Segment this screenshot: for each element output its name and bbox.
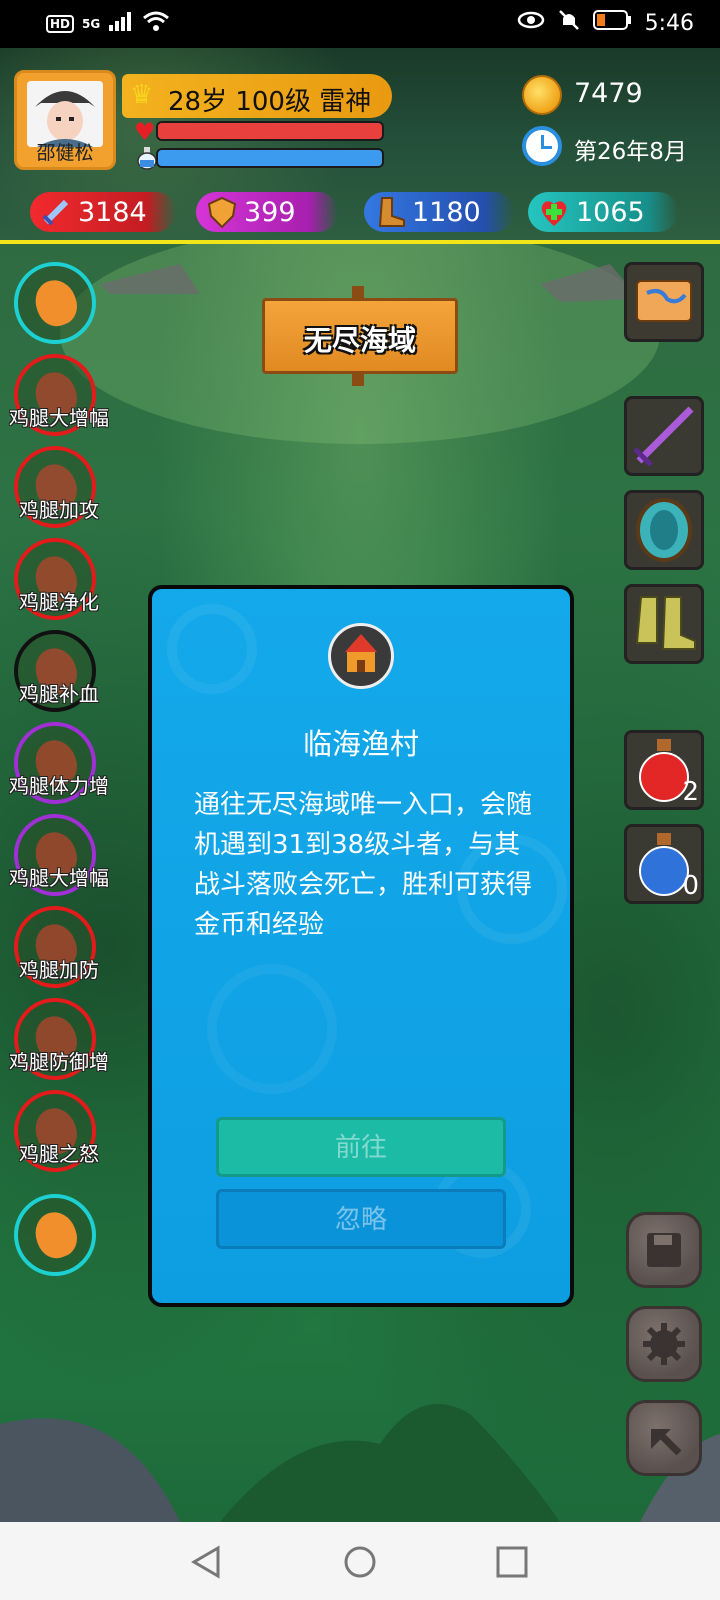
- map-scroll-icon: [636, 280, 692, 322]
- speed-value: 1180: [412, 196, 481, 228]
- system-nav-bar: [0, 1522, 720, 1600]
- nav-home-icon[interactable]: [342, 1544, 378, 1580]
- back-arrow-icon: [651, 1429, 682, 1456]
- stat-health: 1065: [528, 192, 678, 232]
- buff-label: 鸡腿体力增: [9, 774, 109, 798]
- potion-bottle-icon: [136, 146, 158, 175]
- hp-bar-fill: [158, 123, 382, 139]
- blue-potion-slot[interactable]: 0: [624, 824, 704, 904]
- battery-icon: [592, 9, 633, 37]
- eye-icon: [517, 10, 545, 36]
- shell-armor-icon: [636, 498, 692, 562]
- status-right-group: 5:46: [517, 8, 694, 38]
- buff-button[interactable]: 鸡腿大增幅: [9, 354, 109, 436]
- player-avatar-card[interactable]: 邵健松: [14, 70, 116, 170]
- defense-value: 399: [244, 196, 296, 228]
- buff-label: 鸡腿之怒: [19, 1142, 99, 1166]
- boots-slot[interactable]: [624, 584, 704, 664]
- stat-speed: 1180: [364, 192, 514, 232]
- game-date: 第26年8月: [574, 139, 687, 165]
- buff-label: 鸡腿补血: [19, 682, 99, 706]
- buff-button[interactable]: 鸡腿防御增: [9, 998, 109, 1080]
- location-sign-text: 无尽海域: [303, 324, 416, 357]
- stat-attack: 3184: [30, 192, 176, 232]
- buff-button[interactable]: 鸡腿加防: [14, 906, 99, 988]
- signal-5g-label: 5G: [82, 17, 101, 31]
- buff-button[interactable]: 鸡腿加攻: [14, 446, 99, 528]
- health-value: 1065: [576, 196, 645, 228]
- status-left-group: HD 5G: [46, 10, 170, 38]
- level-banner: ♛ 28岁 100级 雷神: [122, 74, 392, 118]
- gold-coin-icon: [522, 75, 562, 115]
- location-dialog: 临海渔村 通往无尽海域唯一入口，会随机遇到31到38级斗者，与其战斗落败会死亡，…: [148, 585, 574, 1307]
- village-pin-icon: [328, 623, 394, 689]
- buff-button[interactable]: 鸡腿之怒: [14, 1090, 99, 1172]
- stat-defense: 399: [196, 192, 338, 232]
- buff-label: 鸡腿加防: [19, 958, 99, 982]
- ignore-button[interactable]: 忽略: [216, 1189, 506, 1249]
- location-sign[interactable]: 无尽海域: [262, 298, 458, 374]
- boot-icon: [635, 596, 696, 650]
- player-name: 邵健松: [36, 142, 94, 164]
- save-button[interactable]: [626, 1212, 702, 1288]
- mp-bar-fill: [158, 150, 382, 166]
- mp-bar: [156, 148, 384, 168]
- drumstick-icon: [29, 1206, 83, 1264]
- blue-potion-count: 0: [682, 871, 699, 901]
- dialog-title: 临海渔村: [302, 727, 419, 761]
- buff-button[interactable]: [14, 1194, 96, 1276]
- mute-bell-icon: [557, 8, 581, 38]
- nav-recents-icon[interactable]: [494, 1544, 530, 1580]
- crown-icon: ♛: [130, 80, 154, 110]
- signal-bars-icon: [108, 11, 134, 37]
- hp-bar: [156, 121, 384, 141]
- settings-button[interactable]: [626, 1306, 702, 1382]
- health-cross-icon: [538, 196, 570, 228]
- system-status-bar: HD 5G 5:46: [0, 0, 720, 48]
- red-potion-slot[interactable]: 2: [624, 730, 704, 810]
- map-scroll-button[interactable]: [624, 262, 704, 342]
- gold-amount: 7479: [574, 78, 643, 109]
- red-potion-count: 2: [682, 777, 699, 807]
- clock-icon: [522, 126, 562, 166]
- buff-button[interactable]: 鸡腿补血: [14, 630, 99, 712]
- drumstick-icon: [29, 274, 83, 332]
- back-button[interactable]: [626, 1400, 702, 1476]
- sword-icon: [40, 196, 72, 228]
- gear-icon: [643, 1323, 685, 1365]
- buff-label: 鸡腿防御增: [9, 1050, 109, 1074]
- save-disk-icon: [647, 1233, 681, 1267]
- sword-icon: [633, 406, 694, 467]
- hd-badge: HD: [46, 15, 75, 33]
- buff-label: 鸡腿净化: [19, 590, 99, 614]
- buff-button[interactable]: 鸡腿体力增: [9, 722, 109, 804]
- buff-button[interactable]: 鸡腿净化: [14, 538, 99, 620]
- shield-icon: [206, 196, 238, 229]
- buff-button[interactable]: 鸡腿大增幅: [9, 814, 109, 896]
- armor-slot[interactable]: [624, 490, 704, 570]
- level-text: 28岁 100级 雷神: [168, 87, 372, 117]
- clock-time: 5:46: [644, 10, 694, 36]
- buff-button[interactable]: [14, 262, 96, 344]
- buff-label: 鸡腿大增幅: [9, 866, 109, 890]
- go-button[interactable]: 前往: [216, 1117, 506, 1177]
- buff-label: 鸡腿大增幅: [9, 406, 109, 430]
- attack-value: 3184: [78, 196, 147, 228]
- weapon-slot[interactable]: [624, 396, 704, 476]
- boot-icon: [374, 196, 406, 228]
- buff-label: 鸡腿加攻: [19, 498, 99, 522]
- dialog-description: 通往无尽海域唯一入口，会随机遇到31到38级斗者，与其战斗落败会死亡，胜利可获得…: [194, 790, 533, 940]
- nav-back-icon[interactable]: [188, 1544, 224, 1580]
- heart-icon: ♥: [134, 118, 156, 146]
- wifi-icon: [142, 10, 170, 38]
